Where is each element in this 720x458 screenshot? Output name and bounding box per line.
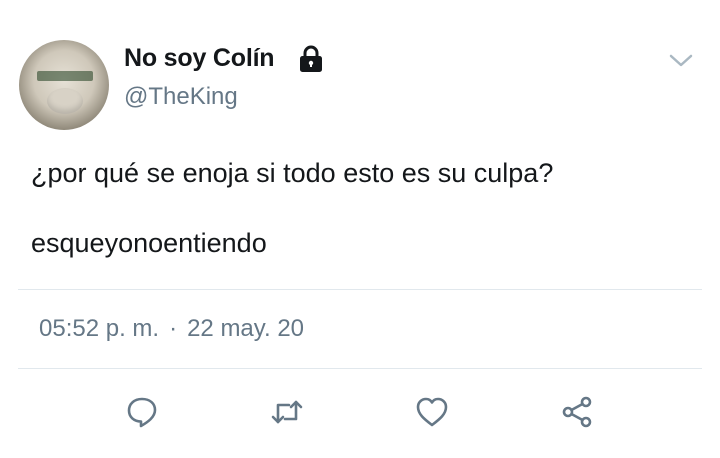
display-name[interactable]: No soy Colín (124, 44, 275, 73)
divider (18, 368, 702, 369)
share-icon (562, 396, 592, 428)
tweet-text-line-1: ¿por qué se enoja si todo esto es su cul… (31, 158, 554, 188)
tweet-time: 05:52 p. m. (39, 315, 160, 342)
retweet-button[interactable] (267, 392, 307, 432)
retweet-icon (271, 400, 303, 424)
like-button[interactable] (412, 392, 452, 432)
meta-separator: · (169, 315, 178, 342)
divider (18, 289, 702, 290)
share-button[interactable] (557, 392, 597, 432)
lock-icon (300, 45, 322, 72)
reply-button[interactable] (122, 392, 162, 432)
tweet-text-line-2: esqueyonoentiendo (31, 228, 267, 258)
timestamp: 05:52 p. m. · 22 may. 20 (39, 315, 304, 343)
avatar-face (47, 88, 83, 114)
tweet-card: No soy Colín @TheKing ¿por qué se enoja … (0, 0, 720, 458)
handle[interactable]: @TheKing (124, 83, 238, 111)
avatar-caption-overlay (37, 71, 93, 81)
chevron-down-icon[interactable] (668, 52, 694, 70)
avatar[interactable] (19, 40, 109, 130)
reply-icon (127, 397, 157, 428)
heart-icon (416, 397, 448, 427)
tweet-date: 22 may. 20 (187, 315, 305, 342)
